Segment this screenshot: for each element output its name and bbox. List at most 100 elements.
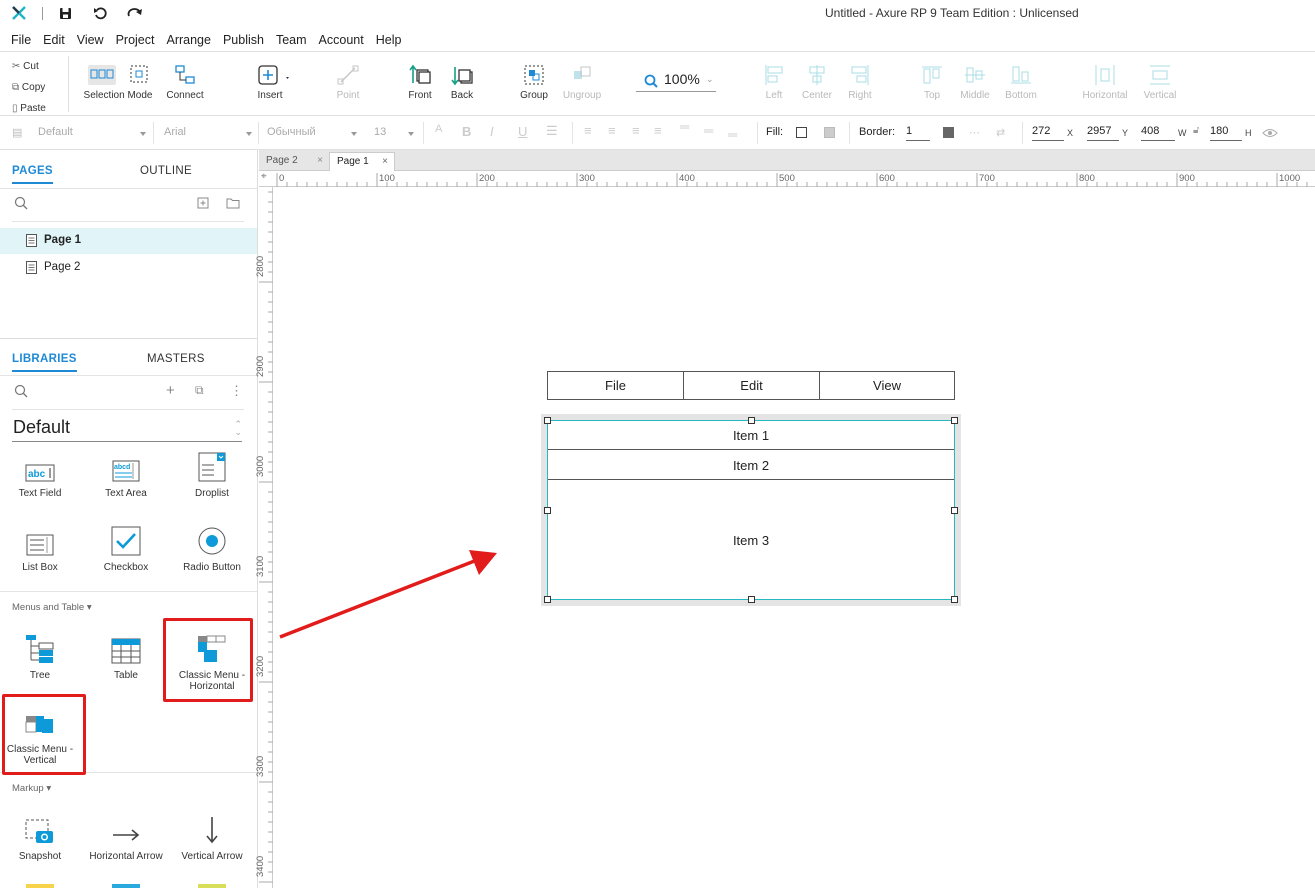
library-item-horizontal-arrow[interactable]: Horizontal Arrow <box>86 809 166 862</box>
redo-icon[interactable] <box>127 6 143 20</box>
distribute-vertical-button[interactable]: Vertical <box>1138 60 1182 101</box>
italic-icon[interactable]: I <box>490 124 494 139</box>
valign-top-icon[interactable]: ═ <box>680 119 689 134</box>
library-item-droplist[interactable]: Droplist <box>177 446 247 499</box>
border-color-swatch[interactable] <box>943 127 954 138</box>
align-bottom-button[interactable]: Bottom <box>1000 60 1042 101</box>
text-justify-icon[interactable]: ≡ <box>654 123 662 138</box>
align-center-button[interactable]: Center <box>797 60 837 101</box>
add-library-icon[interactable]: + <box>166 382 175 399</box>
more-options-icon[interactable]: ⋮ <box>230 383 243 399</box>
bring-front-button[interactable]: Front <box>400 60 440 101</box>
menu-file[interactable]: File <box>11 33 31 47</box>
vmenu-item-1[interactable]: Item 1 <box>547 421 955 450</box>
undo-icon[interactable] <box>93 6 107 20</box>
copy-button[interactable]: ⧉ Copy <box>12 77 46 98</box>
menu-account[interactable]: Account <box>319 33 364 47</box>
library-stack-icon[interactable]: ⧉ <box>195 383 204 398</box>
send-back-button[interactable]: Back <box>442 60 482 101</box>
menu-view[interactable]: View <box>77 33 104 47</box>
tab-libraries[interactable]: LIBRARIES <box>12 353 77 372</box>
width-input[interactable]: 408 <box>1141 125 1175 141</box>
valign-middle-icon[interactable]: ═ <box>704 123 713 138</box>
underline-icon[interactable]: U <box>518 124 527 139</box>
close-icon[interactable]: × <box>317 155 323 166</box>
border-width-input[interactable]: 1 <box>906 125 930 141</box>
library-item-text-field[interactable]: abc Text Field <box>5 446 75 499</box>
tab-outline[interactable]: OUTLINE <box>140 165 192 177</box>
distribute-horizontal-button[interactable]: Horizontal <box>1080 60 1130 101</box>
section-menus-and-table[interactable]: Menus and Table ▾ <box>12 602 92 613</box>
text-align-center-icon[interactable]: ≡ <box>608 123 616 138</box>
library-item-tree[interactable]: Tree <box>5 628 75 681</box>
sticky-note-icon[interactable] <box>26 884 54 888</box>
lock-icon[interactable]: 🔓︎ <box>1193 125 1199 136</box>
menu-publish[interactable]: Publish <box>223 33 264 47</box>
library-item-radio-button[interactable]: Radio Button <box>177 520 247 573</box>
y-input[interactable]: 2957 <box>1087 125 1119 141</box>
border-style-icon[interactable]: ⋯ <box>969 126 980 139</box>
library-item-vertical-arrow[interactable]: Vertical Arrow <box>177 809 247 862</box>
connect-button[interactable]: Connect <box>160 60 210 101</box>
vmenu-item-2[interactable]: Item 2 <box>547 451 955 480</box>
resize-handle[interactable] <box>951 507 958 514</box>
tab-page-1[interactable]: Page 1 × <box>329 152 395 171</box>
library-selector[interactable]: Default ⌃ ⌄ <box>12 416 242 442</box>
menu-project[interactable]: Project <box>116 33 155 47</box>
resize-handle[interactable] <box>544 417 551 424</box>
font-size-dropdown[interactable]: 13 <box>374 126 414 138</box>
page-list-item[interactable]: Page 1 <box>0 228 257 254</box>
search-icon[interactable] <box>14 196 28 210</box>
group-button[interactable]: Group <box>514 60 554 101</box>
selection-mode-button[interactable]: Selection Mode <box>80 60 156 101</box>
font-dropdown[interactable]: Arial <box>164 126 252 138</box>
bullet-list-icon[interactable]: ☰ <box>546 123 558 139</box>
insert-button[interactable]: Insert <box>248 60 292 101</box>
library-item-list-box[interactable]: List Box <box>5 520 75 573</box>
visibility-eye-icon[interactable] <box>1262 127 1278 139</box>
tab-page-2[interactable]: Page 2 × <box>259 152 329 171</box>
resize-handle[interactable] <box>951 417 958 424</box>
add-page-icon[interactable] <box>197 197 209 209</box>
hmenu-item-file[interactable]: File <box>547 371 684 400</box>
menu-team[interactable]: Team <box>276 33 307 47</box>
menu-arrange[interactable]: Arrange <box>166 33 210 47</box>
search-icon[interactable] <box>14 384 28 398</box>
library-item-text-area[interactable]: abcd Text Area <box>91 446 161 499</box>
vmenu-item-3[interactable]: Item 3 <box>547 481 955 599</box>
x-input[interactable]: 272 <box>1032 125 1064 141</box>
height-input[interactable]: 180 <box>1210 125 1242 141</box>
marker-icon[interactable] <box>112 884 140 888</box>
bold-icon[interactable]: B <box>462 124 471 139</box>
section-markup[interactable]: Markup ▾ <box>12 783 51 794</box>
align-top-button[interactable]: Top <box>912 60 952 101</box>
note-icon[interactable] <box>198 884 226 888</box>
close-icon[interactable]: × <box>382 156 388 167</box>
add-folder-icon[interactable] <box>226 197 240 209</box>
text-align-right-icon[interactable]: ≡ <box>632 123 640 138</box>
resize-handle[interactable] <box>951 596 958 603</box>
ungroup-button[interactable]: Ungroup <box>560 60 604 101</box>
font-weight-dropdown[interactable]: Обычный <box>267 126 357 138</box>
tab-masters[interactable]: MASTERS <box>147 353 205 365</box>
fill-color-swatch[interactable] <box>796 127 807 138</box>
resize-handle[interactable] <box>748 417 755 424</box>
style-dropdown[interactable]: Default <box>38 126 146 138</box>
align-right-button[interactable]: Right <box>840 60 880 101</box>
valign-bottom-icon[interactable]: ═ <box>728 127 737 142</box>
menu-help[interactable]: Help <box>376 33 402 47</box>
resize-handle[interactable] <box>748 596 755 603</box>
hmenu-item-edit[interactable]: Edit <box>683 371 820 400</box>
page-list-item[interactable]: Page 2 <box>0 254 257 280</box>
text-align-left-icon[interactable]: ≡ <box>584 123 592 138</box>
tab-pages[interactable]: PAGES <box>12 165 53 184</box>
point-button[interactable]: Point <box>326 60 370 101</box>
cut-button[interactable]: ✂ Cut <box>12 56 46 77</box>
align-left-button[interactable]: Left <box>754 60 794 101</box>
menu-edit[interactable]: Edit <box>43 33 65 47</box>
resize-handle[interactable] <box>544 507 551 514</box>
zoom-selector[interactable]: 100% ⌄ <box>636 70 716 92</box>
save-icon[interactable] <box>59 7 72 20</box>
align-middle-button[interactable]: Middle <box>955 60 995 101</box>
library-item-checkbox[interactable]: Checkbox <box>91 520 161 573</box>
